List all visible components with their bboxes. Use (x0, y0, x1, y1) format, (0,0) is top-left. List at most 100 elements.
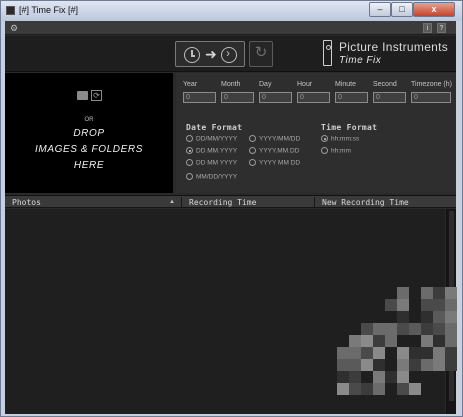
mosaic-pixel (433, 287, 445, 299)
offset-input-month[interactable]: 0 (221, 92, 254, 103)
mosaic-pixel (361, 335, 373, 347)
radio-label: YYYY/MM/DD (259, 135, 301, 143)
mosaic-pixel (433, 347, 445, 359)
offset-input-second[interactable]: 0 (373, 92, 406, 103)
menu-bar: ⚙ i ? (5, 21, 456, 35)
date-format-option[interactable]: YYYY.MM.DD (249, 146, 299, 156)
mosaic-pixel (421, 299, 433, 311)
mosaic-pixel (373, 335, 385, 347)
mosaic-pixel (409, 383, 421, 395)
column-header-new-recording-time[interactable]: New Recording Time (314, 197, 444, 208)
mosaic-pixel (397, 311, 409, 323)
gear-icon[interactable]: ⚙ (10, 23, 18, 34)
radio-label: MM/DD/YYYY (196, 173, 238, 181)
help-button[interactable]: ? (437, 23, 446, 33)
offset-input-minute[interactable]: 0 (335, 92, 368, 103)
radio-button[interactable] (186, 159, 193, 167)
date-format-title: Date Format (186, 123, 243, 132)
radio-label: hh:mm (331, 147, 351, 155)
offset-field-month: Month 0 (221, 81, 256, 103)
radio-label: hh:mm:ss (331, 135, 360, 143)
mosaic-pixel (337, 371, 349, 383)
mosaic-pixel (385, 323, 397, 335)
radio-button[interactable] (249, 159, 256, 167)
toolbar: ➜ ↻ Picture Instruments Time Fix (5, 36, 456, 72)
radio-button[interactable] (321, 147, 328, 155)
close-button[interactable]: x (413, 2, 455, 17)
date-format-option[interactable]: YYYY MM DD (249, 158, 300, 168)
date-format-option[interactable]: DD.MM.YYYY (186, 146, 237, 156)
mosaic-pixel (349, 347, 361, 359)
mosaic-pixel (337, 359, 349, 371)
mosaic-pixel (397, 359, 409, 371)
mosaic-pixel (397, 383, 409, 395)
apply-time-fix-button[interactable]: ➜ (175, 41, 245, 67)
mosaic-pixel (421, 311, 433, 323)
offset-label: Month (221, 81, 241, 88)
minimize-button[interactable]: – (369, 2, 391, 17)
offset-input-hour[interactable]: 0 (297, 92, 330, 103)
offset-field-minute: Minute 0 (335, 81, 370, 103)
radio-button[interactable] (186, 173, 193, 181)
date-format-option[interactable]: YYYY/MM/DD (249, 134, 300, 144)
radio-label: DD MM YYYY (196, 159, 238, 167)
offset-field-year: Year 0 (183, 81, 218, 103)
drop-zone[interactable]: ⟳ OR DROP IMAGES & FOLDERS HERE (5, 73, 173, 193)
picture-instruments-logo-icon (323, 40, 332, 66)
info-button[interactable]: i (423, 23, 432, 33)
mosaic-pixel (409, 323, 421, 335)
column-header-recording-time[interactable]: Recording Time (181, 197, 314, 208)
offset-field-hour: Hour 0 (297, 81, 332, 103)
undo-icon: ↻ (254, 44, 268, 61)
mosaic-pixel (409, 347, 421, 359)
mosaic-pixel (361, 347, 373, 359)
offset-input-day[interactable]: 0 (259, 92, 292, 103)
folder-icon[interactable] (77, 91, 88, 100)
maximize-button[interactable]: □ (391, 2, 413, 17)
mosaic-pixel (373, 323, 385, 335)
mosaic-pixel (337, 383, 349, 395)
offset-input-year[interactable]: 0 (183, 92, 216, 103)
mosaic-pixel (385, 371, 397, 383)
time-format-option[interactable]: hh:mm (321, 146, 351, 156)
drop-or-label: OR (84, 117, 94, 123)
mosaic-pixel (349, 371, 361, 383)
reload-icon[interactable]: ⟳ (91, 90, 102, 101)
date-format-option[interactable]: MM/DD/YYYY (186, 172, 237, 182)
date-format-option[interactable]: DD MM YYYY (186, 158, 237, 168)
mosaic-pixel (421, 287, 433, 299)
time-format-option[interactable]: hh:mm:ss (321, 134, 359, 144)
offset-field-timezone: Timezone (h) 0 (411, 81, 453, 103)
mosaic-pixel (397, 371, 409, 383)
mosaic-pixel (433, 359, 445, 371)
mosaic-pixel (421, 335, 433, 347)
mosaic-pixel (433, 335, 445, 347)
radio-button[interactable] (249, 147, 256, 155)
mosaic-pixel (337, 347, 349, 359)
mosaic-pixel (421, 347, 433, 359)
mosaic-pixel (445, 359, 457, 371)
clock-icon (184, 47, 200, 63)
mosaic-pixel (385, 335, 397, 347)
radio-button[interactable] (186, 135, 193, 143)
offset-label: Year (183, 81, 198, 88)
table-header: Photos ▲ Recording Time New Recording Ti… (5, 195, 456, 208)
offset-input-timezone[interactable]: 0 (411, 92, 451, 103)
drop-text-line-2: IMAGES & FOLDERS (35, 144, 143, 155)
mosaic-pixel (373, 359, 385, 371)
radio-label: YYYY.MM.DD (259, 147, 300, 155)
mosaic-pixel (373, 371, 385, 383)
mosaic-pixel (421, 323, 433, 335)
radio-button[interactable] (249, 135, 256, 143)
undo-button[interactable]: ↻ (249, 41, 273, 67)
offset-label: Second (373, 81, 397, 88)
mosaic-pixel (385, 299, 397, 311)
mosaic-pixel (445, 311, 457, 323)
radio-button-selected[interactable] (186, 147, 193, 155)
column-header-photos[interactable]: Photos (5, 197, 180, 208)
mosaic-pixel (433, 323, 445, 335)
date-format-option[interactable]: DD/MM/YYYY (186, 134, 237, 144)
offset-field-second: Second 0 (373, 81, 408, 103)
radio-button-selected[interactable] (321, 135, 328, 143)
sort-up-icon[interactable]: ▲ (169, 199, 175, 205)
